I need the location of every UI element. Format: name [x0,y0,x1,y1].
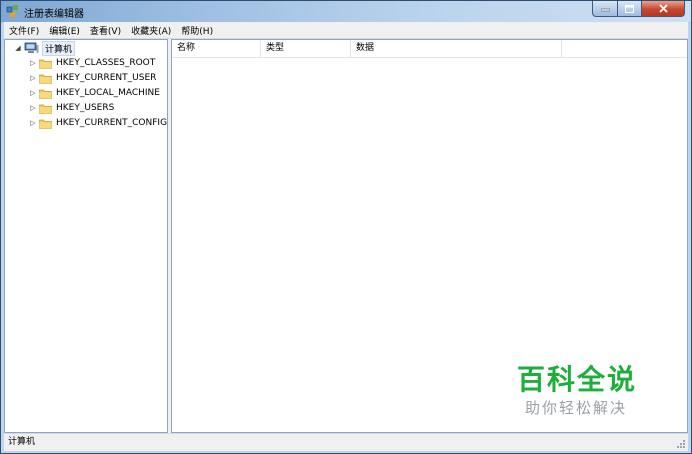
status-path: 计算机 [8,437,36,447]
maximize-button[interactable] [618,1,642,17]
title-bar[interactable]: 注册表编辑器 [1,1,691,22]
tree-item-hkey-local-machine[interactable]: ▷ HKEY_LOCAL_MACHINE [29,86,160,100]
tree-item-hkey-classes-root[interactable]: ▷ HKEY_CLASSES_ROOT [29,56,155,70]
watermark-subtitle: 助你轻松解决 [525,399,628,417]
expand-arrow-icon[interactable]: ▷ [29,74,37,82]
folder-icon [39,59,52,69]
close-icon [658,4,668,13]
watermark-title: 百科全说 [517,363,638,396]
collapse-arrow-icon[interactable]: ◢ [14,44,22,52]
menu-file[interactable]: 文件(F) [4,24,44,37]
expand-arrow-icon[interactable]: ▷ [29,119,37,127]
computer-icon [24,42,39,53]
tree-item-label: HKEY_CURRENT_CONFIG [56,118,168,128]
folder-icon [39,104,52,114]
folder-icon [39,119,52,129]
minimize-button[interactable] [592,1,618,17]
menu-edit[interactable]: 编辑(E) [44,24,85,37]
expand-arrow-icon[interactable]: ▷ [29,59,37,67]
tree-root-label: 计算机 [42,40,76,56]
window-title: 注册表编辑器 [24,9,84,20]
maximize-icon [625,4,634,13]
column-header-type[interactable]: 类型 [261,40,351,57]
list-header: 名称 类型 数据 [172,40,687,58]
expand-arrow-icon[interactable]: ▷ [29,104,37,112]
status-bar: 计算机 [4,433,688,451]
registry-editor-window: 注册表编辑器 文件(F) 编辑(E) 查看(V) 收藏夹(A) 帮助(H) ◢ [0,0,692,454]
tree-item-label: HKEY_USERS [56,103,115,113]
column-header-name[interactable]: 名称 [172,40,261,57]
menu-view[interactable]: 查看(V) [85,24,126,37]
resize-grip-icon[interactable] [676,439,686,449]
tree-item-hkey-current-user[interactable]: ▷ HKEY_CURRENT_USER [29,71,156,85]
tree-item-hkey-users[interactable]: ▷ HKEY_USERS [29,101,114,115]
folder-icon [39,74,52,84]
column-header-data[interactable]: 数据 [351,40,562,57]
tree-root-computer[interactable]: ◢ 计算机 [14,40,76,56]
watermark-logo: 百科全说 助你轻松解决 [517,363,647,419]
folder-icon [39,89,52,99]
menu-help[interactable]: 帮助(H) [176,24,218,37]
close-button[interactable] [642,1,685,17]
registry-editor-icon [6,5,18,17]
minimize-icon [600,8,610,11]
expand-arrow-icon[interactable]: ▷ [29,89,37,97]
menu-favorites[interactable]: 收藏夹(A) [126,24,176,37]
tree-item-hkey-current-config[interactable]: ▷ HKEY_CURRENT_CONFIG [29,116,167,130]
window-controls [592,1,685,17]
menu-bar: 文件(F) 编辑(E) 查看(V) 收藏夹(A) 帮助(H) [4,22,688,39]
tree-item-label: HKEY_CURRENT_USER [56,73,157,83]
tree-item-label: HKEY_CLASSES_ROOT [56,58,156,68]
tree-item-label: HKEY_LOCAL_MACHINE [56,88,160,98]
registry-tree[interactable]: ◢ 计算机 ▷ HKEY_CLASSES_ROOT ▷ HKEY_CURRENT… [4,39,168,433]
